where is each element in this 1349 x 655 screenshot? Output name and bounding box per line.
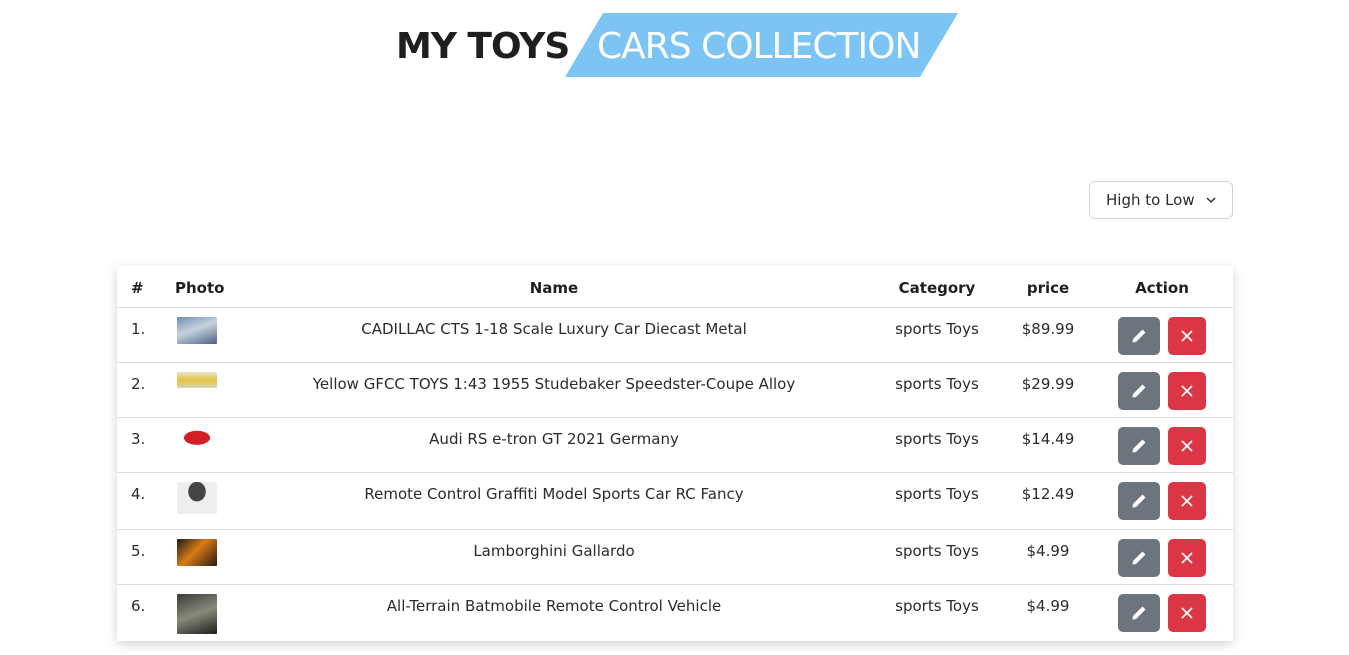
toy-price: $29.99 xyxy=(1021,375,1075,393)
heading-cars-collection: CARS COLLECTION xyxy=(597,26,921,67)
toy-price: $14.49 xyxy=(1021,430,1075,448)
toy-name: Audi RS e-tron GT 2021 Germany xyxy=(429,430,679,448)
toy-photo xyxy=(177,594,217,634)
row-number: 5. xyxy=(131,542,146,560)
pencil-icon xyxy=(1132,606,1146,620)
edit-button[interactable] xyxy=(1118,482,1160,520)
table-row: 6. All-Terrain Batmobile Remote Control … xyxy=(117,585,1233,641)
edit-button[interactable] xyxy=(1118,539,1160,577)
row-number: 4. xyxy=(131,485,146,503)
edit-button[interactable] xyxy=(1118,427,1160,465)
delete-button[interactable] xyxy=(1168,372,1206,410)
toy-name: Lamborghini Gallardo xyxy=(473,542,635,560)
col-header-num: # xyxy=(131,279,144,297)
table-row: 1. CADILLAC CTS 1-18 Scale Luxury Car Di… xyxy=(117,308,1233,363)
toy-name: Remote Control Graffiti Model Sports Car… xyxy=(364,485,744,503)
toy-name: All-Terrain Batmobile Remote Control Veh… xyxy=(386,597,722,615)
toys-table: # Photo Name Category price Action 1. CA… xyxy=(117,266,1233,641)
row-number: 6. xyxy=(131,597,146,615)
delete-button[interactable] xyxy=(1168,317,1206,355)
pencil-icon xyxy=(1132,494,1146,508)
toy-price: $4.99 xyxy=(1026,597,1070,615)
page-heading: MY TOYS CARS COLLECTION xyxy=(0,13,1349,77)
toy-photo xyxy=(177,539,217,566)
toy-name: Yellow GFCC TOYS 1:43 1955 Studebaker Sp… xyxy=(312,375,796,393)
heading-my-toys: MY TOYS xyxy=(396,26,570,67)
heading-banner: CARS COLLECTION xyxy=(565,13,958,77)
toy-category: sports Toys xyxy=(895,320,979,338)
table-row: 4. Remote Control Graffiti Model Sports … xyxy=(117,473,1233,530)
toy-name: CADILLAC CTS 1-18 Scale Luxury Car Dieca… xyxy=(361,320,747,338)
row-number: 1. xyxy=(131,320,146,338)
toy-price: $4.99 xyxy=(1026,542,1070,560)
col-header-action: Action xyxy=(1135,279,1189,297)
table-header: # Photo Name Category price Action xyxy=(117,266,1233,308)
chevron-down-icon xyxy=(1206,197,1216,204)
col-header-price: price xyxy=(1026,279,1070,297)
close-icon xyxy=(1181,330,1193,342)
table-row: 5. Lamborghini Gallardo sports Toys $4.9… xyxy=(117,530,1233,585)
toy-photo xyxy=(177,482,217,514)
toy-category: sports Toys xyxy=(895,542,979,560)
toy-photo xyxy=(177,427,217,445)
row-number: 3. xyxy=(131,430,146,448)
toy-price: $12.49 xyxy=(1021,485,1075,503)
close-icon xyxy=(1181,495,1193,507)
pencil-icon xyxy=(1132,551,1146,565)
edit-button[interactable] xyxy=(1118,372,1160,410)
toy-photo xyxy=(177,372,217,388)
pencil-icon xyxy=(1132,329,1146,343)
row-number: 2. xyxy=(131,375,146,393)
pencil-icon xyxy=(1132,439,1146,453)
toy-category: sports Toys xyxy=(895,597,979,615)
pencil-icon xyxy=(1132,384,1146,398)
toy-category: sports Toys xyxy=(895,375,979,393)
toy-price: $89.99 xyxy=(1021,320,1075,338)
close-icon xyxy=(1181,607,1193,619)
toy-photo xyxy=(177,317,217,344)
col-header-photo: Photo xyxy=(175,279,225,297)
toy-category: sports Toys xyxy=(895,430,979,448)
table-row: 3. Audi RS e-tron GT 2021 Germany sports… xyxy=(117,418,1233,473)
edit-button[interactable] xyxy=(1118,594,1160,632)
close-icon xyxy=(1181,552,1193,564)
sort-select-value: High to Low xyxy=(1106,191,1195,209)
table-row: 2. Yellow GFCC TOYS 1:43 1955 Studebaker… xyxy=(117,363,1233,418)
delete-button[interactable] xyxy=(1168,427,1206,465)
delete-button[interactable] xyxy=(1168,539,1206,577)
delete-button[interactable] xyxy=(1168,482,1206,520)
col-header-category: Category xyxy=(898,279,976,297)
close-icon xyxy=(1181,440,1193,452)
toy-category: sports Toys xyxy=(895,485,979,503)
edit-button[interactable] xyxy=(1118,317,1160,355)
col-header-name: Name xyxy=(529,279,579,297)
delete-button[interactable] xyxy=(1168,594,1206,632)
close-icon xyxy=(1181,385,1193,397)
sort-select[interactable]: High to Low xyxy=(1089,181,1233,219)
